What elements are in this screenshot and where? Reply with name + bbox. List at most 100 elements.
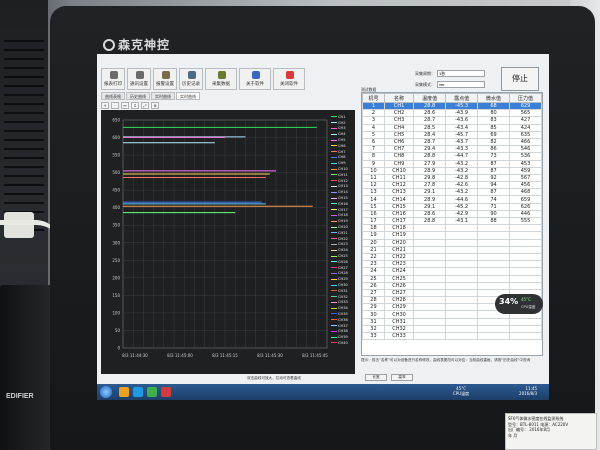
table-cell: 8 xyxy=(362,152,385,161)
legend-swatch xyxy=(331,139,337,141)
taskbar-app-icon[interactable] xyxy=(147,387,157,397)
legend-swatch xyxy=(331,342,337,344)
legend-swatch xyxy=(331,296,337,298)
table-button-1[interactable]: 长宽 xyxy=(365,374,387,381)
table-header: 机号 名称 温度值 露点值 微水值 压力值 xyxy=(362,93,542,103)
table-row[interactable]: 14 CH14 28.9 -44.6 74 659 xyxy=(362,195,542,204)
legend-label: CH6 xyxy=(338,143,346,148)
taskbar-app-icon[interactable] xyxy=(133,387,143,397)
table-row[interactable]: 19 CH19 xyxy=(362,231,542,240)
table-row[interactable]: 18 CH18 xyxy=(362,224,542,233)
tab-4[interactable]: 实时曲线 xyxy=(176,92,200,100)
table-row[interactable]: 9 CH9 27.9 -43.2 87 453 xyxy=(362,159,542,168)
mode-input[interactable] xyxy=(437,81,485,88)
chart-tool-1[interactable]: + xyxy=(101,102,109,109)
table-cell: CH8 xyxy=(383,152,415,161)
table-cell: 29.4 xyxy=(413,145,447,154)
table-row[interactable]: 23 CH23 xyxy=(362,260,542,269)
table-cell: -45.3 xyxy=(445,101,479,111)
table-row[interactable]: 25 CH25 xyxy=(362,274,542,283)
legend-swatch xyxy=(331,284,337,286)
table-cell: 26 xyxy=(362,281,385,290)
chart-tool-2[interactable]: - xyxy=(111,102,119,109)
table-row[interactable]: 8 CH8 28.8 -44.7 73 536 xyxy=(362,152,542,161)
table-row[interactable]: 2 CH2 28.6 -43.9 80 565 xyxy=(362,109,542,118)
chart-tool-4[interactable]: ↕ xyxy=(131,102,139,109)
speaker: EDIFIER xyxy=(0,285,52,450)
vent-slot xyxy=(4,184,44,186)
column-header[interactable]: 微水值 xyxy=(477,93,510,103)
table-row[interactable]: 7 CH7 29.4 -43.3 86 546 xyxy=(362,145,542,154)
table-cell xyxy=(509,331,542,341)
column-header[interactable]: 露点值 xyxy=(445,93,479,103)
toolbar-button-6[interactable]: 关于软件 xyxy=(239,68,271,90)
start-button[interactable] xyxy=(100,386,112,398)
table-row[interactable]: 4 CH4 28.5 -43.4 85 424 xyxy=(362,123,542,132)
toolbar-button-2[interactable]: 通讯设置 xyxy=(127,68,151,90)
toolbar-button-4[interactable]: 历史记录 xyxy=(179,68,203,90)
toolbar-button-7[interactable]: 关闭软件 xyxy=(273,68,305,90)
legend-item[interactable]: CH40 xyxy=(331,340,355,346)
column-header[interactable]: 名称 xyxy=(383,93,415,103)
table-row[interactable]: 32 CH32 xyxy=(362,324,542,334)
table-row[interactable]: 15 CH15 29.1 -45.2 71 626 xyxy=(362,202,542,211)
table-row[interactable]: 17 CH17 28.8 -43.1 88 555 xyxy=(362,216,542,226)
vent-slot xyxy=(4,148,44,150)
table-cell xyxy=(445,303,479,312)
table-row[interactable]: 16 CH16 28.6 -42.9 90 446 xyxy=(362,209,542,219)
tray-temp: 45°C CPU温度 xyxy=(453,386,469,397)
table-row[interactable]: 10 CH10 28.9 -43.2 87 459 xyxy=(362,166,542,175)
toolbar-button-3[interactable]: 报警设置 xyxy=(153,68,177,90)
column-header[interactable]: 温度值 xyxy=(413,93,447,103)
table-row[interactable]: 26 CH26 xyxy=(362,281,542,290)
table-cell: 424 xyxy=(509,123,542,132)
chart-tool-5[interactable]: ⤢ xyxy=(141,102,149,109)
table-cell: 16 xyxy=(362,209,385,219)
table-cell: 28.7 xyxy=(413,137,447,147)
table-cell xyxy=(509,231,542,240)
table-row[interactable]: 6 CH6 28.7 -43.7 82 466 xyxy=(362,137,542,147)
x-tick-label: 8/3 11:45:15 xyxy=(212,353,238,358)
toolbar-button-1[interactable]: 报表打印 xyxy=(101,68,125,90)
chart-tool-6[interactable]: ⊕ xyxy=(151,102,159,109)
table-cell xyxy=(445,224,479,233)
table-cell: 5 xyxy=(362,130,385,139)
toolbar-button-label: 关闭软件 xyxy=(280,82,298,87)
legend-swatch xyxy=(331,267,337,269)
taskbar-app-icon[interactable] xyxy=(119,387,129,397)
taskbar-app-icon[interactable] xyxy=(161,387,171,397)
table-cell xyxy=(509,260,542,269)
chart-tool-3[interactable]: ↔ xyxy=(121,102,129,109)
legend-label: CH33 xyxy=(338,300,348,305)
table-row[interactable]: 13 CH13 29.1 -43.2 87 468 xyxy=(362,188,542,197)
table-row[interactable]: 31 CH31 xyxy=(362,317,542,326)
table-row[interactable]: 1 CH1 28.8 -45.3 68 629 xyxy=(362,101,542,111)
tab-3[interactable]: 实时曲线 xyxy=(151,92,175,100)
table-cell: 27.9 xyxy=(413,159,447,168)
table-row[interactable]: 33 CH33 xyxy=(362,331,542,341)
table-button-2[interactable]: 高窄 xyxy=(391,374,413,381)
table-cell: 24 xyxy=(362,267,385,276)
period-input[interactable] xyxy=(437,70,485,77)
toolbar-button-5[interactable]: 采集数据 xyxy=(205,68,237,90)
tray-clock[interactable]: 11:45 2016/8/3 xyxy=(497,386,537,396)
table-row[interactable]: 12 CH12 27.8 -42.6 94 456 xyxy=(362,181,542,190)
vent-slot xyxy=(4,67,44,69)
legend-label: CH32 xyxy=(338,294,348,299)
stop-button[interactable]: 停止 xyxy=(501,67,539,91)
table-row[interactable]: 20 CH20 xyxy=(362,238,542,247)
legend-label: CH19 xyxy=(338,219,348,224)
column-header[interactable]: 机号 xyxy=(362,93,385,103)
table-row[interactable]: 24 CH24 xyxy=(362,267,542,276)
column-header[interactable]: 压力值 xyxy=(509,93,542,103)
table-row[interactable]: 3 CH3 28.7 -43.6 83 427 xyxy=(362,116,542,125)
table-row[interactable]: 11 CH11 29.8 -42.8 92 567 xyxy=(362,173,542,183)
table-row[interactable]: 21 CH21 xyxy=(362,245,542,254)
table-cell xyxy=(509,238,542,247)
table-row[interactable]: 22 CH22 xyxy=(362,252,542,262)
table-cell: 626 xyxy=(509,202,542,211)
x-tick-label: 8/3 11:45:30 xyxy=(257,353,283,358)
table-row[interactable]: 5 CH5 28.4 -45.7 69 635 xyxy=(362,130,542,139)
tab-2[interactable]: 历史曲线 xyxy=(126,92,150,100)
tab-1[interactable]: 曲线表格 xyxy=(101,92,125,100)
